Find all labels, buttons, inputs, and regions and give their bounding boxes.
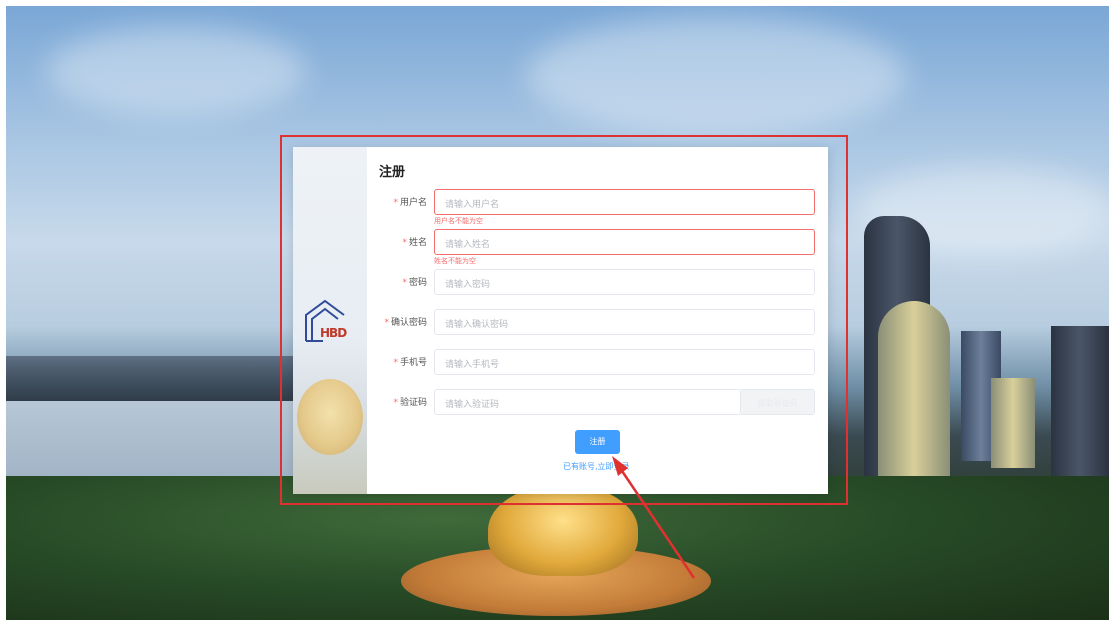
username-error: 用户名不能为空: [434, 217, 483, 225]
name-input[interactable]: 请输入姓名: [434, 229, 815, 255]
code-label: * 验证码: [393, 398, 427, 408]
username-label: * 用户名: [393, 198, 427, 208]
card-side-image: HBD: [293, 147, 367, 494]
code-input[interactable]: 请输入验证码: [434, 389, 741, 415]
tower: [991, 378, 1035, 468]
name-row: * 姓名 请输入姓名 姓名不能为空: [367, 229, 817, 265]
register-card: HBD 注册 * 用户名 请输入用户名 用户名不能为空 * 姓名 请输入姓名 姓名不…: [293, 147, 828, 494]
phone-label: * 手机号: [393, 358, 427, 368]
form-title: 注册: [379, 165, 406, 180]
confirm-password-input[interactable]: 请输入确认密码: [434, 309, 815, 335]
username-input[interactable]: 请输入用户名: [434, 189, 815, 215]
name-error: 姓名不能为空: [434, 257, 476, 265]
code-row: * 验证码 请输入验证码 获取验证码: [367, 389, 817, 415]
login-link[interactable]: 已有账号,立即登录: [563, 461, 630, 472]
confirm-password-label: * 确认密码: [384, 318, 427, 328]
logo-text: HBD: [320, 326, 347, 340]
phone-input[interactable]: 请输入手机号: [434, 349, 815, 375]
name-label: * 姓名: [402, 238, 427, 248]
password-label: * 密码: [402, 278, 427, 288]
register-button[interactable]: 注册: [575, 430, 620, 454]
password-row: * 密码 请输入密码: [367, 269, 817, 295]
cloud: [526, 16, 906, 136]
far-skyline: [6, 356, 306, 406]
cloud: [46, 26, 306, 116]
password-input[interactable]: 请输入密码: [434, 269, 815, 295]
phone-row: * 手机号 请输入手机号: [367, 349, 817, 375]
get-code-button[interactable]: 获取验证码: [741, 389, 815, 415]
username-row: * 用户名 请输入用户名 用户名不能为空: [367, 189, 817, 225]
confirm-password-row: * 确认密码 请输入确认密码: [367, 309, 817, 335]
side-sphere: [297, 379, 363, 455]
tower: [1051, 326, 1109, 496]
